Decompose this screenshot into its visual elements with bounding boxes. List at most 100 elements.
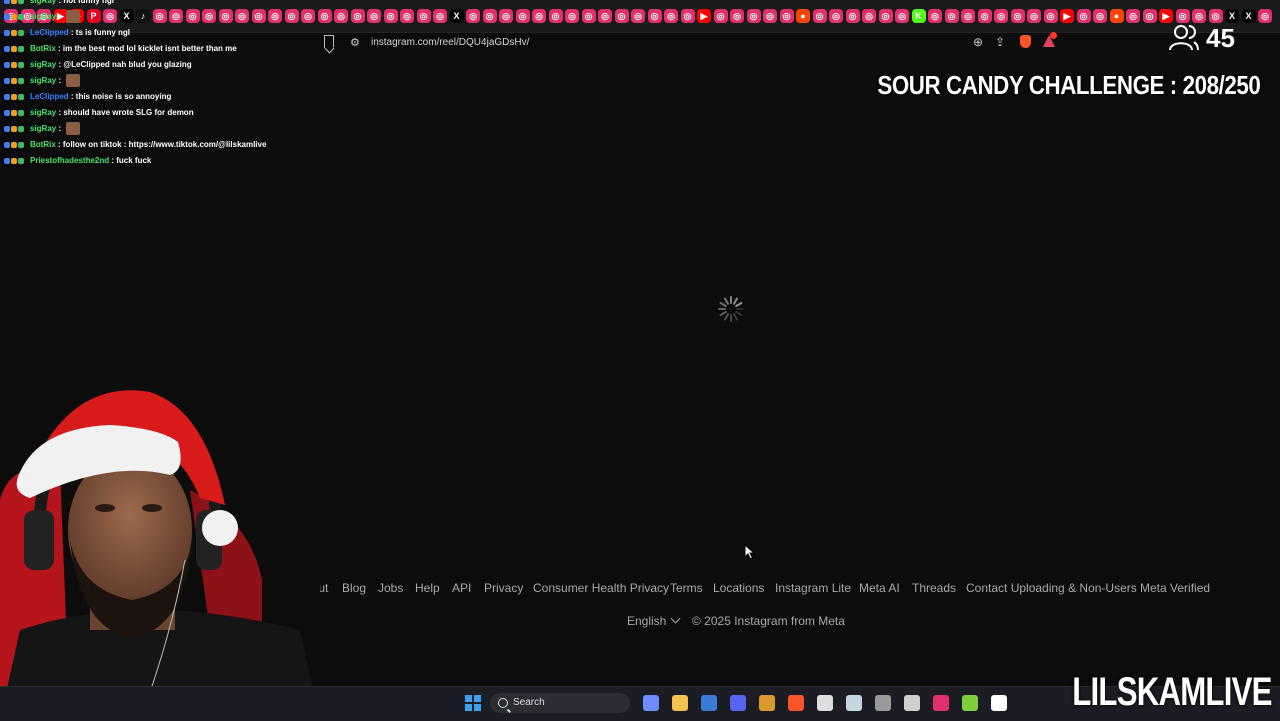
file-explorer-icon[interactable]: [672, 695, 688, 711]
instagram-icon[interactable]: ◎: [383, 9, 398, 23]
store-icon[interactable]: [701, 695, 717, 711]
footer-link[interactable]: Instagram Lite: [775, 581, 851, 595]
footer-link[interactable]: Jobs: [378, 581, 403, 595]
footer-link[interactable]: Privacy: [484, 581, 523, 595]
x-icon[interactable]: X: [1225, 9, 1239, 23]
instagram-icon[interactable]: ◎: [631, 9, 645, 23]
instagram-icon[interactable]: ◎: [218, 9, 233, 23]
instagram-icon[interactable]: ◎: [1076, 9, 1091, 23]
footer-link[interactable]: Locations: [713, 581, 764, 595]
chrome-icon[interactable]: [817, 695, 833, 711]
brave-icon[interactable]: [788, 695, 804, 711]
instagram-icon[interactable]: ◎: [1027, 9, 1041, 23]
instagram-icon[interactable]: ◎: [301, 9, 315, 23]
footer-link[interactable]: Meta AI: [859, 581, 900, 595]
footer-link[interactable]: Help: [415, 581, 440, 595]
instagram-icon[interactable]: ◎: [614, 9, 629, 23]
keyboard-icon[interactable]: [875, 695, 891, 711]
instagram-icon[interactable]: ◎: [746, 9, 761, 23]
instagram-icon[interactable]: ◎: [1175, 9, 1190, 23]
app-shield-icon[interactable]: [759, 695, 775, 711]
instagram-icon[interactable]: ◎: [647, 9, 662, 23]
zoom-icon[interactable]: ⊕: [973, 35, 983, 49]
instagram-icon[interactable]: ◎: [334, 9, 348, 23]
reddit-icon[interactable]: ●: [796, 9, 810, 23]
footer-link[interactable]: Consumer Health Privacy: [533, 581, 669, 595]
instagram-icon[interactable]: ◎: [284, 9, 299, 23]
instagram-icon[interactable]: ◎: [944, 9, 959, 23]
instagram-icon[interactable]: ◎: [152, 9, 167, 23]
instagram-icon[interactable]: ◎: [763, 9, 777, 23]
taskbar-search[interactable]: Search: [490, 693, 630, 713]
instagram-icon[interactable]: ◎: [565, 9, 579, 23]
instagram-icon[interactable]: ◎: [862, 9, 876, 23]
instagram-icon[interactable]: ◎: [845, 9, 860, 23]
footer-link[interactable]: Meta Verified: [1140, 581, 1210, 595]
instagram-icon[interactable]: ◎: [730, 9, 744, 23]
instagram-icon[interactable]: ◎: [482, 9, 497, 23]
instagram-icon[interactable]: ◎: [433, 9, 447, 23]
youtube-icon[interactable]: ▶: [1159, 9, 1173, 23]
instagram-icon[interactable]: ◎: [829, 9, 843, 23]
instagram-icon[interactable]: ◎: [664, 9, 678, 23]
capcut-icon[interactable]: [991, 695, 1007, 711]
instagram-icon[interactable]: ◎: [1043, 9, 1058, 23]
tiktok-icon[interactable]: ♪: [136, 9, 150, 23]
instagram-icon[interactable]: ◎: [202, 9, 216, 23]
brave-shields-icon[interactable]: [1020, 35, 1031, 48]
instagram-icon[interactable]: ◎: [103, 9, 117, 23]
instagram-icon[interactable]: ◎: [169, 9, 183, 23]
instagram-icon[interactable]: ◎: [515, 9, 530, 23]
site-settings-icon[interactable]: ⚙: [350, 36, 360, 49]
footer-link[interactable]: API: [452, 581, 471, 595]
instagram-icon[interactable]: ◎: [185, 9, 200, 23]
pinterest-icon[interactable]: P: [86, 9, 101, 23]
instagram-icon[interactable]: ◎: [251, 9, 266, 23]
steam-icon[interactable]: [846, 695, 862, 711]
x-icon[interactable]: X: [1241, 9, 1256, 23]
instagram-icon[interactable]: ◎: [878, 9, 893, 23]
instagram-icon[interactable]: ◎: [235, 9, 249, 23]
instagram-icon[interactable]: ◎: [532, 9, 546, 23]
instagram-icon[interactable]: ◎: [1010, 9, 1025, 23]
bluestacks-icon[interactable]: [962, 695, 978, 711]
language-select[interactable]: English: [627, 613, 681, 628]
footer-link[interactable]: Contact Uploading & Non-Users: [966, 581, 1137, 595]
instagram-icon[interactable]: ◎: [581, 9, 596, 23]
bookmark-icon[interactable]: [324, 35, 334, 48]
instagram-icon[interactable]: ◎: [961, 9, 975, 23]
discord-icon[interactable]: [730, 695, 746, 711]
instagram-icon[interactable]: ◎: [400, 9, 414, 23]
x-icon[interactable]: X: [119, 9, 134, 23]
x-icon[interactable]: X: [449, 9, 464, 23]
4k-app-icon[interactable]: [904, 695, 920, 711]
instagram-icon[interactable]: ◎: [1142, 9, 1157, 23]
address-bar[interactable]: ⚙ instagram.com/reel/DQU4jaGDsHv/ ⊕ ⇪: [310, 32, 1070, 53]
instagram-icon[interactable]: ◎: [1208, 9, 1223, 23]
instagram-icon[interactable]: ◎: [1093, 9, 1107, 23]
youtube-icon[interactable]: ▶: [1060, 9, 1074, 23]
instagram-icon[interactable]: ◎: [367, 9, 381, 23]
instagram-icon[interactable]: ◎: [1126, 9, 1140, 23]
kick-icon[interactable]: K: [911, 9, 926, 23]
footer-link[interactable]: Threads: [912, 581, 956, 595]
instagram-icon[interactable]: ◎: [1192, 9, 1206, 23]
instagram-icon[interactable]: ◎: [812, 9, 827, 23]
copilot-icon[interactable]: [643, 695, 659, 711]
instagram-icon[interactable]: [933, 695, 949, 711]
youtube-icon[interactable]: ▶: [697, 9, 711, 23]
reddit-icon[interactable]: ●: [1109, 9, 1124, 23]
instagram-icon[interactable]: ◎: [416, 9, 431, 23]
footer-link[interactable]: Blog: [342, 581, 366, 595]
instagram-icon[interactable]: ◎: [548, 9, 563, 23]
footer-link[interactable]: Terms: [670, 581, 703, 595]
instagram-icon[interactable]: ◎: [713, 9, 728, 23]
instagram-icon[interactable]: ◎: [317, 9, 332, 23]
instagram-icon[interactable]: ◎: [977, 9, 992, 23]
windows-start-icon[interactable]: [465, 695, 481, 711]
instagram-icon[interactable]: ◎: [1258, 9, 1272, 23]
instagram-icon[interactable]: ◎: [680, 9, 695, 23]
share-icon[interactable]: ⇪: [995, 35, 1005, 49]
instagram-icon[interactable]: ◎: [499, 9, 513, 23]
instagram-icon[interactable]: ◎: [350, 9, 365, 23]
